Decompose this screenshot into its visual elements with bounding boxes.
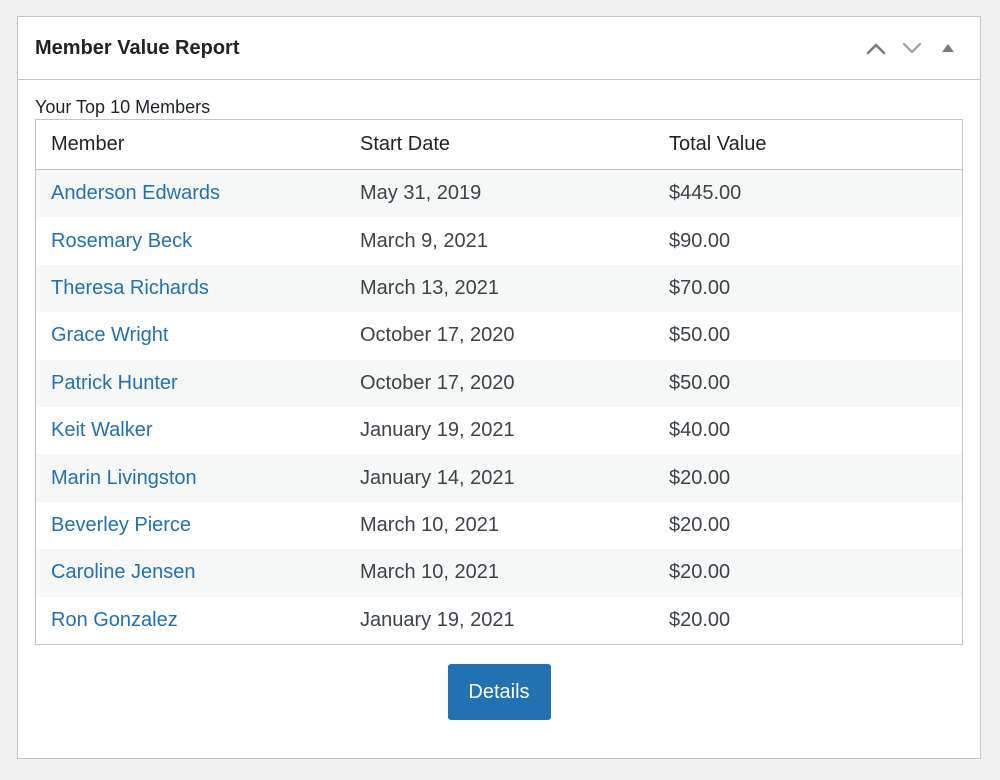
total-value-cell: $50.00 [654, 359, 962, 407]
member-link[interactable]: Rosemary Beck [51, 230, 192, 252]
triangle-up-icon [942, 44, 954, 52]
widget-header: Member Value Report [18, 17, 980, 80]
toggle-panel-button[interactable] [930, 30, 966, 66]
table-row: Grace Wright October 17, 2020 $50.00 [36, 312, 962, 360]
total-value-cell: $20.00 [654, 454, 962, 502]
chevron-up-icon [866, 43, 886, 55]
total-value-cell: $70.00 [654, 264, 962, 313]
start-date-cell: October 17, 2020 [345, 359, 654, 407]
start-date-cell: May 31, 2019 [345, 169, 654, 218]
member-link[interactable]: Grace Wright [51, 324, 168, 346]
move-down-button[interactable] [894, 30, 930, 66]
widget-title: Member Value Report [35, 37, 240, 59]
member-link[interactable]: Marin Livingston [51, 467, 197, 489]
table-row: Beverley Pierce March 10, 2021 $20.00 [36, 501, 962, 550]
table-row: Marin Livingston January 14, 2021 $20.00 [36, 454, 962, 502]
table-row: Ron Gonzalez January 19, 2021 $20.00 [36, 596, 962, 644]
total-value-cell: $445.00 [654, 169, 962, 218]
start-date-cell: March 10, 2021 [345, 501, 654, 550]
move-up-button[interactable] [858, 30, 894, 66]
details-button[interactable]: Details [447, 664, 551, 720]
start-date-cell: October 17, 2020 [345, 312, 654, 360]
column-header-start-date: Start Date [345, 120, 654, 170]
member-link[interactable]: Patrick Hunter [51, 372, 178, 394]
total-value-cell: $20.00 [654, 549, 962, 597]
members-table: Member Start Date Total Value Anderson E… [35, 119, 963, 645]
table-header-row: Member Start Date Total Value [36, 120, 962, 170]
start-date-cell: March 10, 2021 [345, 549, 654, 597]
table-row: Rosemary Beck March 9, 2021 $90.00 [36, 217, 962, 265]
total-value-cell: $90.00 [654, 217, 962, 265]
start-date-cell: January 19, 2021 [345, 596, 654, 644]
column-header-total-value: Total Value [654, 120, 962, 170]
start-date-cell: January 19, 2021 [345, 406, 654, 455]
total-value-cell: $40.00 [654, 406, 962, 455]
chevron-down-icon [902, 42, 922, 54]
table-row: Theresa Richards March 13, 2021 $70.00 [36, 264, 962, 313]
total-value-cell: $20.00 [654, 596, 962, 644]
member-link[interactable]: Caroline Jensen [51, 561, 196, 583]
member-link[interactable]: Beverley Pierce [51, 514, 191, 536]
header-controls [858, 17, 966, 79]
start-date-cell: March 13, 2021 [345, 264, 654, 313]
member-value-report-widget: Member Value Report Your Top 10 Members [17, 16, 981, 759]
table-row: Caroline Jensen March 10, 2021 $20.00 [36, 549, 962, 597]
table-row: Anderson Edwards May 31, 2019 $445.00 [36, 169, 962, 218]
table-row: Patrick Hunter October 17, 2020 $50.00 [36, 359, 962, 407]
member-link[interactable]: Keit Walker [51, 419, 153, 441]
column-header-member: Member [36, 120, 345, 170]
table-row: Keit Walker January 19, 2021 $40.00 [36, 406, 962, 455]
total-value-cell: $50.00 [654, 312, 962, 360]
details-button-container: Details [18, 664, 980, 720]
start-date-cell: January 14, 2021 [345, 454, 654, 502]
member-link[interactable]: Anderson Edwards [51, 182, 220, 204]
member-link[interactable]: Theresa Richards [51, 277, 209, 299]
table-caption: Your Top 10 Members [35, 97, 211, 117]
member-link[interactable]: Ron Gonzalez [51, 609, 178, 631]
total-value-cell: $20.00 [654, 501, 962, 550]
start-date-cell: March 9, 2021 [345, 217, 654, 265]
